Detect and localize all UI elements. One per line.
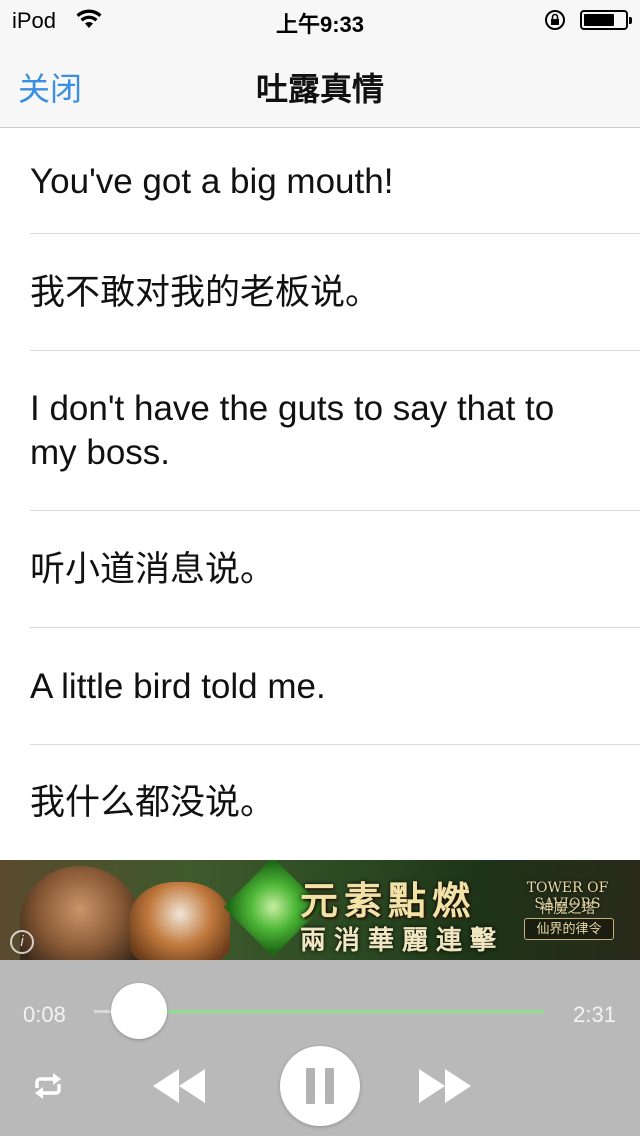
page-title: 吐露真情 <box>255 71 384 107</box>
list-item[interactable]: 听小道消息说。 <box>0 511 640 628</box>
repeat-icon <box>35 1073 61 1099</box>
rewind-icon <box>153 1069 205 1103</box>
list-item[interactable]: 我什么都没说。 <box>0 745 640 860</box>
ad-logo-subtitle: 仙界的律令 <box>524 918 614 940</box>
ad-headline: 元素點燃 <box>300 878 477 923</box>
elapsed-time: 0:08 <box>23 1002 66 1027</box>
list-item[interactable]: You've got a big mouth! <box>0 129 640 234</box>
list-item[interactable]: 我不敢对我的老板说。 <box>0 234 640 351</box>
list-item-text: 听小道消息说。 <box>30 549 276 589</box>
ad-info-icon[interactable]: i <box>10 930 34 954</box>
list-item[interactable]: I don't have the guts to say that to my … <box>0 351 640 511</box>
ad-dog-image <box>130 882 230 960</box>
list-item-text: I don't have the guts to say that to my … <box>30 389 555 472</box>
total-time: 2:31 <box>573 1002 616 1027</box>
rewind-button[interactable] <box>148 1064 210 1108</box>
ad-banner[interactable]: 元素點燃 兩消華麗連擊 TOWER OF SAVIORS 神魔之塔 仙界的律令 … <box>0 860 640 960</box>
list-item-text: You've got a big mouth! <box>30 161 394 201</box>
phrase-list: You've got a big mouth! 我不敢对我的老板说。 I don… <box>0 129 640 860</box>
audio-player: 0:08 2:31 <box>0 960 640 1136</box>
fast-forward-icon <box>419 1069 471 1103</box>
pause-button[interactable] <box>280 1046 360 1126</box>
rotation-lock-icon <box>545 10 565 30</box>
nav-bar: 关闭 吐露真情 <box>0 40 640 128</box>
list-item-text: A little bird told me. <box>30 666 326 706</box>
fast-forward-button[interactable] <box>414 1064 476 1108</box>
repeat-button[interactable] <box>28 1066 68 1106</box>
list-item-text: 我不敢对我的老板说。 <box>30 272 381 312</box>
ad-subline: 兩消華麗連擊 <box>300 926 505 956</box>
list-item-text: 我什么都没说。 <box>30 782 276 822</box>
list-item[interactable]: A little bird told me. <box>0 628 640 745</box>
progress-slider-thumb[interactable] <box>110 983 167 1039</box>
pause-icon <box>306 1068 334 1104</box>
ad-character-image <box>20 866 140 960</box>
ad-logo-chinese: 神魔之塔 <box>539 901 596 917</box>
status-bar: iPod 上午9:33 <box>0 0 640 40</box>
battery-icon <box>580 10 632 30</box>
